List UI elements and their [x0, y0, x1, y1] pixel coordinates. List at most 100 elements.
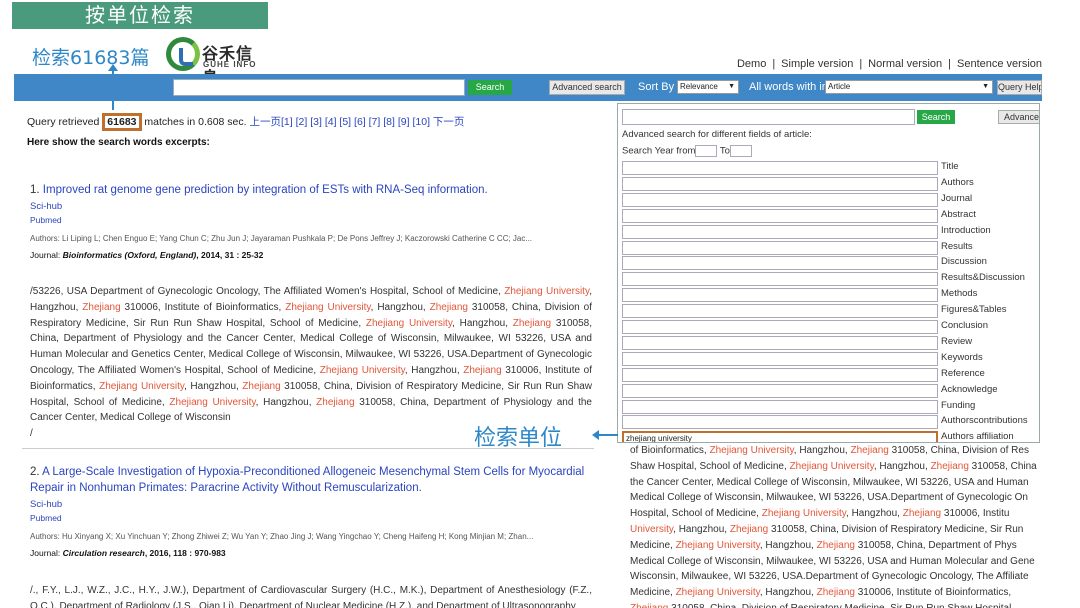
- field-input[interactable]: [622, 383, 938, 398]
- result-item: 2. A Large-Scale Investigation of Hypoxi…: [30, 464, 592, 558]
- excerpt-text: , Hangzhou,: [673, 523, 730, 535]
- field-input[interactable]: zhejiang university: [622, 431, 938, 442]
- excerpt-heading: Here show the search words excerpts:: [27, 137, 210, 148]
- field-row: Keywords: [622, 351, 1038, 367]
- excerpt-text: of Bioinformatics,: [630, 445, 710, 456]
- field-input[interactable]: [622, 224, 938, 239]
- keyword-highlight: Zhejiang University: [285, 301, 371, 313]
- keyword-highlight: Zhejiang: [316, 396, 355, 408]
- demo-link[interactable]: Demo: [737, 58, 766, 70]
- page-link-7[interactable]: [7]: [369, 116, 381, 128]
- field-input[interactable]: [622, 161, 938, 175]
- field-input[interactable]: [622, 367, 938, 382]
- page-link-1[interactable]: [1]: [281, 116, 293, 128]
- excerpt-text: , Hangzhou,: [873, 460, 931, 472]
- field-input[interactable]: [622, 351, 938, 366]
- result-title-link[interactable]: A Large-Scale Investigation of Hypoxia-P…: [30, 466, 584, 494]
- prev-page-link[interactable]: 上一页: [249, 116, 281, 128]
- field-label: Methods: [941, 288, 978, 300]
- query-suffix: matches in 0.608 sec.: [144, 116, 247, 128]
- year-to-input[interactable]: [729, 145, 752, 157]
- field-input[interactable]: [622, 176, 938, 191]
- field-label: Authors affiliation: [941, 431, 1014, 443]
- field-label: Figures&Tables: [941, 304, 1007, 316]
- result-journal: Journal: Circulation research, 2016, 118…: [30, 548, 592, 558]
- page-link-8[interactable]: [8]: [383, 116, 395, 128]
- field-row: zhejiang university Authors affiliation: [622, 430, 1038, 443]
- page-banner-title: 按单位检索: [12, 2, 268, 29]
- excerpt-text: , Hangzhou,: [759, 587, 817, 599]
- main-search-input[interactable]: [173, 79, 465, 96]
- field-input[interactable]: [622, 192, 938, 207]
- field-input[interactable]: [622, 320, 938, 334]
- page-link-6[interactable]: [6]: [354, 116, 366, 128]
- page-link-3[interactable]: [3]: [310, 116, 322, 128]
- result-affiliation: /., F.Y., L.J., W.Z., J.C., H.Y., J.W.),…: [30, 583, 592, 608]
- field-label: Authorscontributions: [941, 415, 1028, 427]
- query-summary: Query retrieved 61683 matches in 0.608 s…: [27, 113, 465, 131]
- result-authors: Authors: Hu Xinyang X; Xu Yinchuan Y; Zh…: [30, 532, 534, 541]
- result-affiliation: /53226, USA Department of Gynecologic On…: [30, 284, 592, 442]
- field-row: Abstract: [622, 208, 1038, 224]
- affiliation-text: /53226, USA Department of Gynecologic On…: [30, 286, 505, 297]
- excerpt-text: Shaw Hospital, School of Medicine,: [630, 460, 790, 472]
- result-title-link[interactable]: Improved rat genome gene prediction by i…: [43, 184, 488, 196]
- pubmed-link[interactable]: Pubmed: [30, 214, 592, 226]
- result-journal: Journal: Bioinformatics (Oxford, England…: [30, 250, 592, 260]
- excerpt-text: 310058, China, Division of Respiratory M…: [768, 523, 1024, 535]
- affiliation-text: /., F.Y., L.J., W.Z., J.C., H.Y., J.W.),…: [30, 585, 592, 608]
- field-row: Discussion: [622, 255, 1038, 271]
- field-input[interactable]: [622, 304, 938, 319]
- search-button[interactable]: Search: [468, 80, 512, 95]
- excerpt-text: 310006, Institu: [941, 508, 1010, 520]
- field-input[interactable]: [622, 240, 938, 255]
- page-link-4[interactable]: [4]: [325, 116, 337, 128]
- count-annotation-prefix: 检索: [32, 47, 71, 69]
- field-input[interactable]: [622, 288, 938, 303]
- scope-select[interactable]: Article ▼: [825, 80, 993, 94]
- page-link-10[interactable]: [10]: [412, 116, 430, 128]
- keyword-highlight: Zhejiang University: [365, 317, 453, 329]
- simple-version-link[interactable]: Simple version: [781, 58, 853, 70]
- keyword-highlight: Zhejiang University: [709, 445, 794, 456]
- advanced-search-button[interactable]: Advanced search: [549, 80, 625, 95]
- field-label: Reference: [941, 367, 985, 379]
- year-from-input[interactable]: [695, 145, 718, 157]
- page-link-9[interactable]: [9]: [398, 116, 410, 128]
- field-input[interactable]: [622, 208, 938, 223]
- normal-version-link[interactable]: Normal version: [868, 58, 942, 70]
- pubmed-link[interactable]: Pubmed: [30, 512, 592, 524]
- field-input[interactable]: [622, 399, 938, 414]
- field-label: Review: [941, 335, 973, 347]
- keyword-highlight: Zhejiang University: [675, 539, 760, 551]
- panel-search-input[interactable]: [622, 109, 915, 125]
- field-row: Title: [622, 160, 1038, 176]
- panel-search-button[interactable]: Search: [917, 110, 955, 124]
- keyword-highlight: Zhejiang University: [504, 286, 590, 297]
- page-link-2[interactable]: [2]: [296, 116, 308, 128]
- field-input[interactable]: [622, 415, 938, 430]
- logo-text-en: GUHE INFO: [203, 60, 257, 69]
- count-annotation: 检索61683篇: [32, 43, 149, 70]
- field-row: Authors: [622, 176, 1038, 192]
- right-column-excerpt: of Bioinformatics, Zhejiang University , …: [630, 443, 1042, 608]
- version-links: Demo | Simple version | Normal version | Sente…: [736, 58, 1042, 70]
- journal-details: , 2014, 31 : 25-32: [196, 250, 264, 260]
- keyword-highlight: Zhejiang University: [169, 396, 256, 408]
- page-link-5[interactable]: [5]: [339, 116, 351, 128]
- field-input[interactable]: [622, 272, 938, 287]
- next-page-link[interactable]: 下一页: [433, 116, 465, 128]
- panel-advanced-button[interactable]: Advanced: [998, 110, 1039, 124]
- sort-select[interactable]: Relevance ▼: [677, 80, 739, 94]
- field-input[interactable]: [622, 335, 938, 350]
- field-label: Funding: [941, 399, 976, 411]
- field-label: Introduction: [941, 224, 991, 236]
- excerpt-text: 310006, Institute of Bioinformatics,: [854, 587, 1012, 599]
- query-help-button[interactable]: Query Help: [997, 80, 1042, 95]
- sentence-version-link[interactable]: Sentence version: [957, 58, 1042, 70]
- field-input[interactable]: [622, 256, 938, 271]
- scihub-link[interactable]: Sci-hub: [30, 498, 592, 512]
- scihub-link[interactable]: Sci-hub: [30, 200, 592, 214]
- chevron-down-icon: ▼: [728, 83, 735, 90]
- journal-name: Bioinformatics (Oxford, England): [62, 250, 197, 260]
